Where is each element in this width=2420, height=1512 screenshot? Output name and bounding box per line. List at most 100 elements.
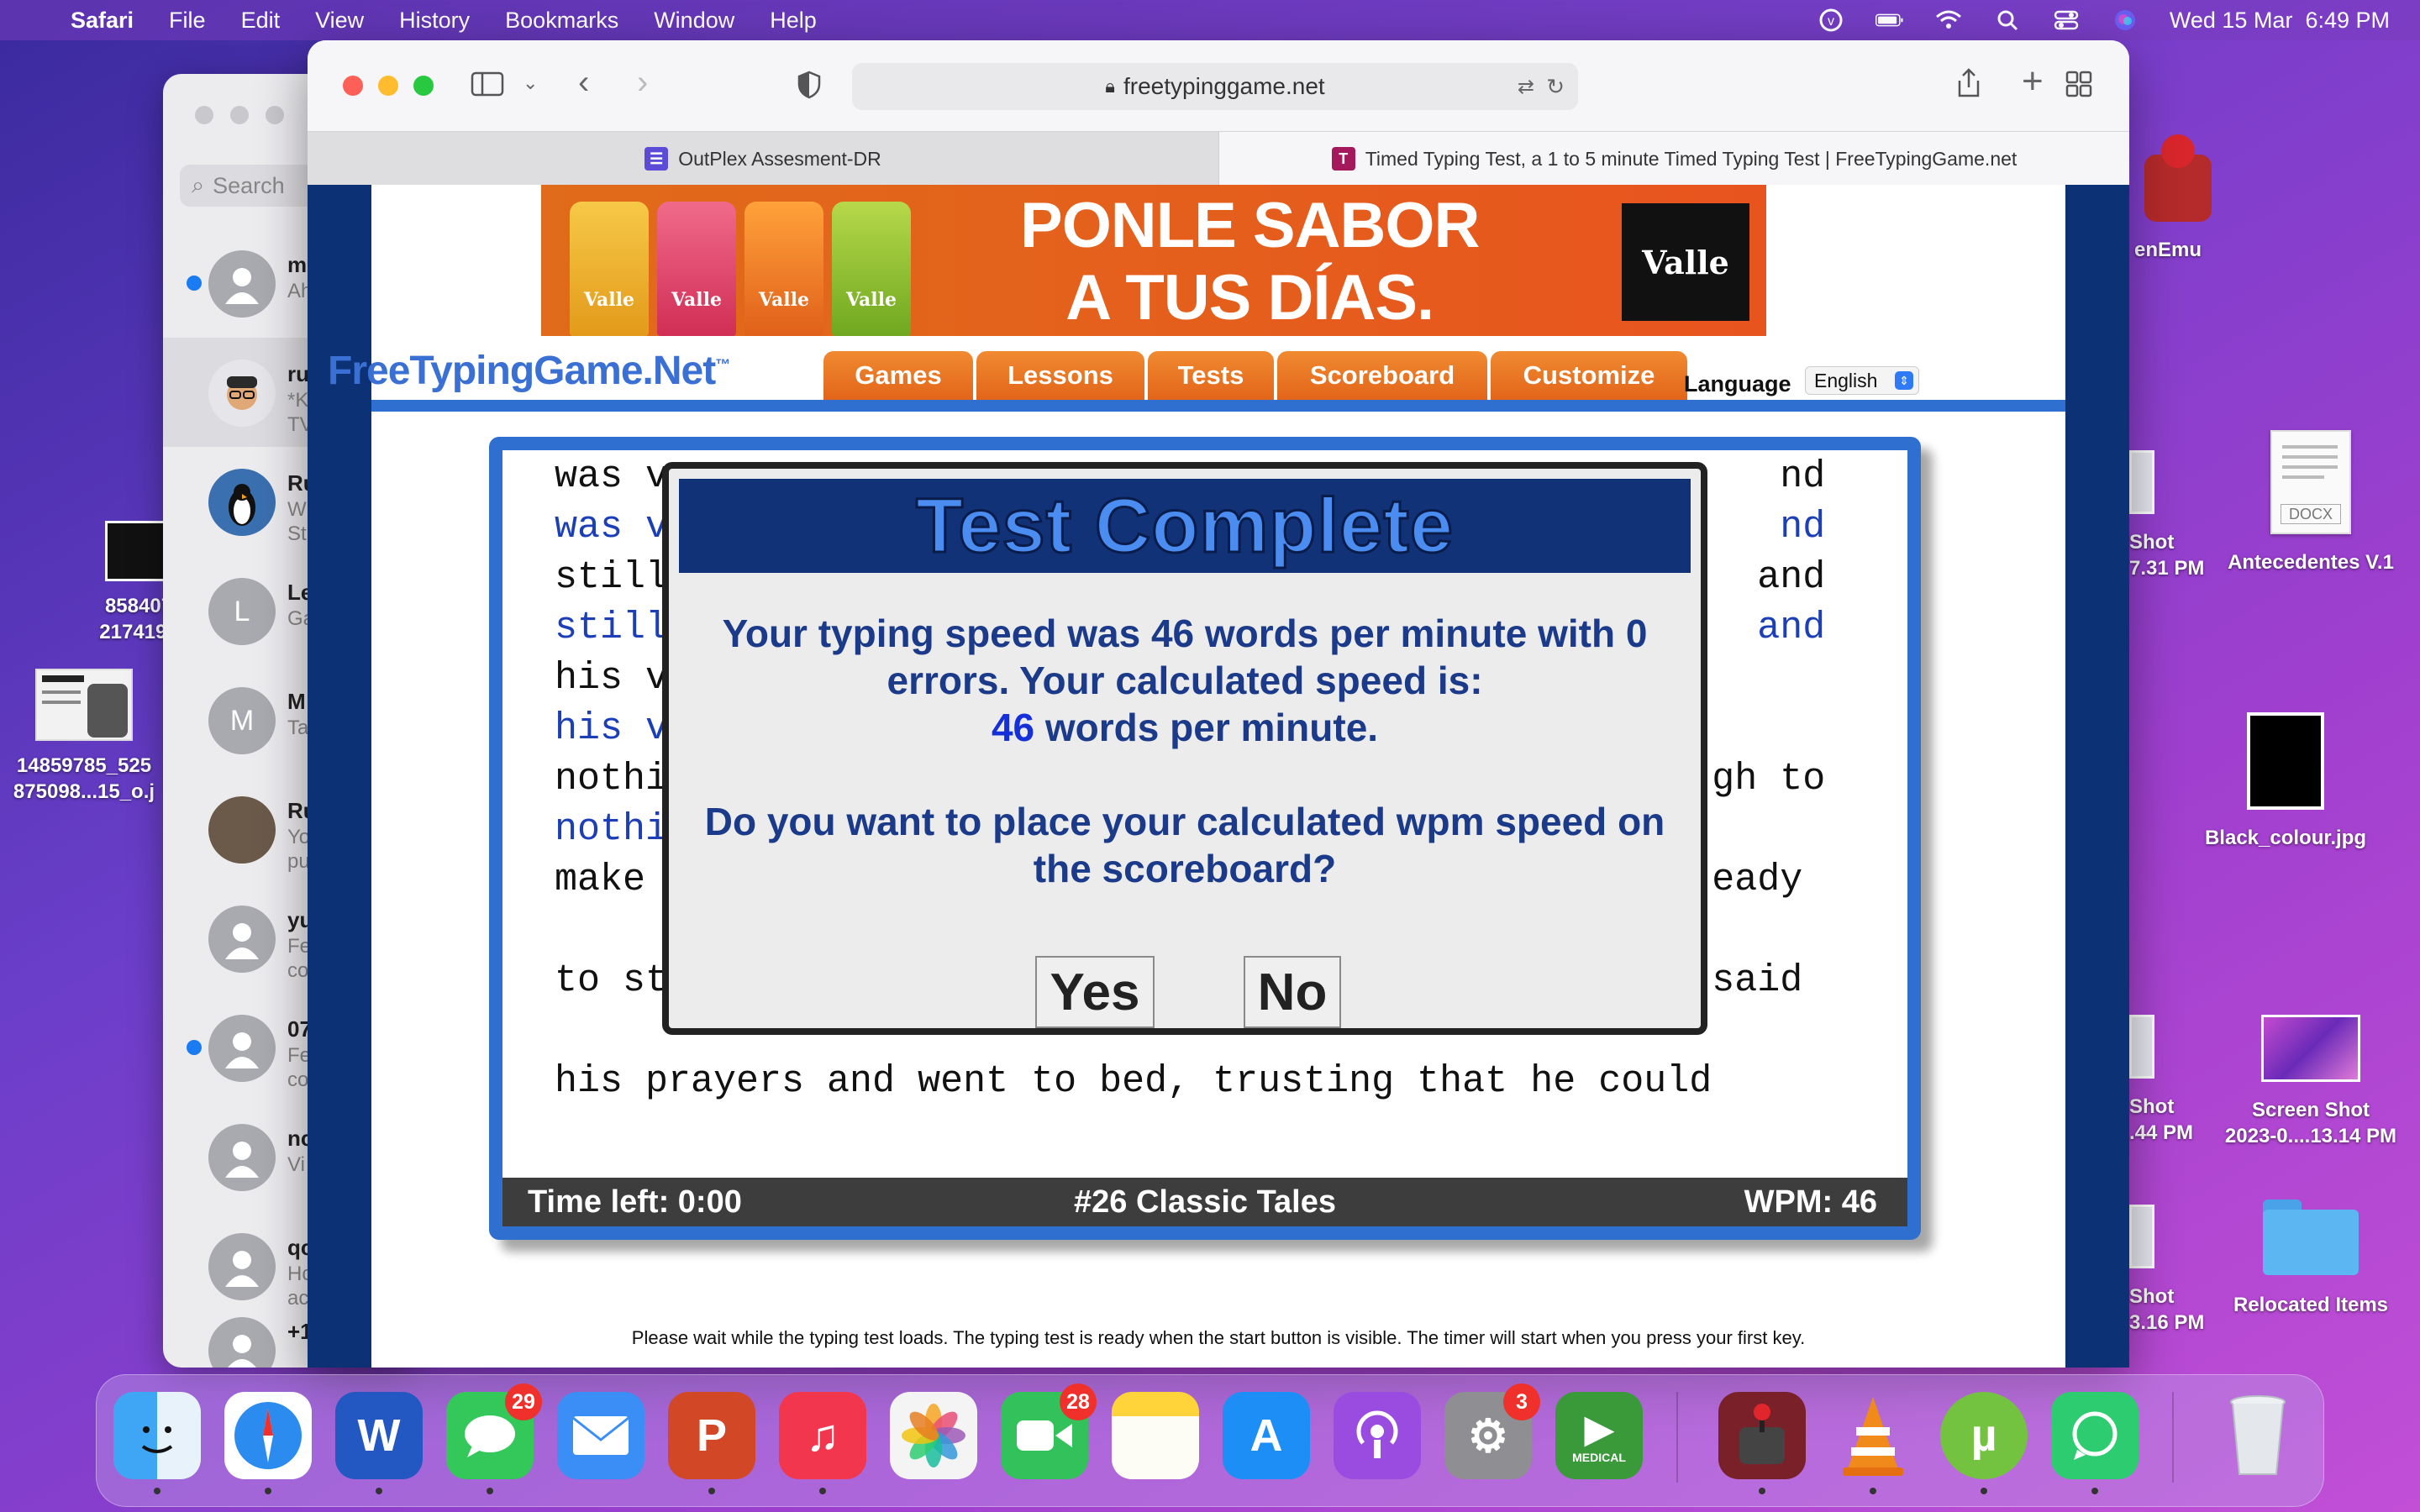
tab-outplex[interactable]: ☰ OutPlex Assesment-DR (308, 132, 1218, 186)
notes-icon[interactable] (1112, 1392, 1199, 1479)
menu-bookmarks[interactable]: Bookmarks (505, 8, 618, 34)
mail-icon[interactable] (557, 1392, 644, 1479)
running-indicator (2091, 1488, 2098, 1494)
app-store-icon[interactable]: A (1223, 1392, 1310, 1479)
desktop-item-label: Black_colour.jpg (2204, 827, 2367, 849)
desktop-item-screenshot-2[interactable]: Shot .44 PM (2129, 1015, 2218, 1146)
siri-icon[interactable] (2111, 9, 2139, 31)
desktop-item-relocated-items[interactable]: Relocated Items (2210, 1196, 2412, 1318)
zoom-button[interactable] (266, 106, 284, 124)
language-select[interactable]: English ⇕ (1805, 366, 1919, 395)
minimize-button[interactable] (378, 76, 398, 96)
messages-window-controls (195, 106, 284, 124)
share-icon[interactable] (1956, 67, 1981, 106)
menu-window[interactable]: Window (654, 8, 734, 34)
desktop-item-image-2[interactable]: 14859785_525 875098...15_o.j (0, 669, 168, 805)
trash-icon[interactable] (2214, 1392, 2302, 1479)
desktop-item-openemu[interactable]: enEmu (2118, 134, 2227, 263)
menu-file[interactable]: File (169, 8, 206, 34)
conversation-name: m (287, 252, 308, 277)
menu-edit[interactable]: Edit (241, 8, 281, 34)
new-tab-icon[interactable]: + (2022, 60, 2044, 102)
forward-button[interactable]: › (637, 64, 648, 102)
medical-app-icon[interactable]: ▶ MEDICAL (1555, 1392, 1643, 1479)
safari-icon[interactable] (224, 1392, 312, 1479)
spotlight-search-icon[interactable] (1993, 9, 2022, 31)
close-button[interactable] (343, 76, 363, 96)
desktop-item-label: Shot 7.31 PM (2129, 531, 2205, 580)
nav-scoreboard[interactable]: Scoreboard (1277, 351, 1487, 400)
image-file-icon (105, 521, 172, 581)
tab-typing-test[interactable]: T Timed Typing Test, a 1 to 5 minute Tim… (1218, 132, 2129, 186)
screenshot-icon (2261, 1015, 2360, 1082)
yes-button[interactable]: Yes (1035, 956, 1155, 1028)
loading-note: Please wait while the typing test loads.… (631, 1327, 1806, 1348)
desktop-item-black-colour[interactable]: Black_colour.jpg (2185, 712, 2386, 851)
language-label: Language (1684, 371, 1791, 396)
podcasts-icon[interactable] (1334, 1392, 1421, 1479)
site-favicon-icon: T (1331, 147, 1355, 171)
nav-lessons[interactable]: Lessons (976, 351, 1144, 400)
translate-icon[interactable]: ⇄ (1518, 75, 1534, 99)
finder-icon[interactable] (113, 1392, 201, 1479)
test-status-bar: Time left: 0:00 #26 Classic Tales WPM: 4… (502, 1178, 1907, 1226)
typing-line: his prayers and went to bed, trusting th… (555, 1060, 1712, 1103)
openemu-icon[interactable] (1718, 1392, 1806, 1479)
utorrent-icon[interactable]: µ (1940, 1392, 2028, 1479)
menu-app-name[interactable]: Safari (71, 8, 134, 34)
memoji-icon (208, 360, 276, 427)
vpn-status-icon[interactable]: v (1817, 8, 1845, 32)
facetime-icon[interactable]: 28 (1001, 1383, 1097, 1479)
battery-icon[interactable] (1875, 9, 1904, 31)
running-indicator (265, 1488, 271, 1494)
dialog-header: Test Complete (679, 479, 1691, 573)
chevron-updown-icon: ⇕ (1895, 371, 1913, 390)
menu-clock[interactable]: Wed 15 Mar 6:49 PM (2170, 8, 2390, 34)
control-center-icon[interactable] (2052, 9, 2081, 31)
reload-icon[interactable]: ↻ (1546, 74, 1565, 100)
no-button[interactable]: No (1244, 956, 1341, 1028)
person-icon (208, 250, 276, 318)
test-name: #26 Classic Tales (1074, 1184, 1336, 1220)
desktop-item-label: Shot .44 PM (2129, 1095, 2194, 1144)
whatsapp-icon[interactable] (2051, 1392, 2139, 1479)
desktop-item-screenshot-3[interactable]: Screen Shot 2023-0....13.14 PM (2210, 1015, 2412, 1149)
address-bar[interactable]: 🔒︎ freetypinggame.net ⇄ ↻ (852, 63, 1578, 110)
unread-indicator (187, 1040, 202, 1055)
running-indicator (487, 1488, 493, 1494)
menu-help[interactable]: Help (770, 8, 817, 34)
chevron-down-icon[interactable]: ⌄ (523, 72, 538, 94)
powerpoint-icon[interactable]: P (668, 1392, 755, 1479)
advertisement-banner[interactable]: Valle Valle Valle Valle PONLE SABOR A TU… (541, 185, 1766, 336)
menu-bar: Safari File Edit View History Bookmarks … (0, 0, 2420, 40)
nav-customize[interactable]: Customize (1491, 351, 1687, 400)
desktop-item-label: Relocated Items (2233, 1294, 2389, 1316)
close-button[interactable] (195, 106, 213, 124)
wifi-icon[interactable] (1934, 9, 1963, 31)
typing-line: his v (555, 707, 669, 750)
dock: W 29 P ♫ 28 A ⚙ 3 ▶ MEDICAL µ (96, 1374, 2324, 1507)
nav-games[interactable]: Games (823, 351, 973, 400)
menu-view[interactable]: View (315, 8, 364, 34)
vlc-icon[interactable] (1829, 1392, 1917, 1479)
sidebar-toggle-icon[interactable] (471, 71, 504, 104)
tab-overview-icon[interactable] (2065, 71, 2092, 104)
privacy-shield-icon[interactable] (797, 71, 822, 106)
nav-tests[interactable]: Tests (1148, 351, 1274, 400)
minimize-button[interactable] (230, 106, 249, 124)
menu-history[interactable]: History (399, 8, 470, 34)
site-logo[interactable]: FreeTypingGame.Net™ (328, 348, 730, 394)
desktop-item-label: Shot 3.16 PM (2129, 1285, 2205, 1334)
desktop-item-antecedentes[interactable]: DOCX Antecedentes V.1 (2210, 430, 2412, 575)
system-preferences-icon[interactable]: ⚙ 3 (1444, 1383, 1540, 1479)
zoom-button[interactable] (413, 76, 434, 96)
desktop-item-screenshot-4[interactable]: Shot 3.16 PM (2129, 1205, 2218, 1336)
desktop-item-screenshot-1[interactable]: Shot 7.31 PM (2129, 450, 2218, 581)
photos-icon[interactable] (890, 1392, 977, 1479)
juice-can-icon: Valle (832, 202, 911, 336)
word-icon[interactable]: W (335, 1392, 423, 1479)
back-button[interactable]: ‹ (578, 64, 589, 102)
image-file-icon (35, 669, 133, 741)
music-icon[interactable]: ♫ (779, 1392, 866, 1479)
messages-icon[interactable]: 29 (446, 1383, 542, 1479)
